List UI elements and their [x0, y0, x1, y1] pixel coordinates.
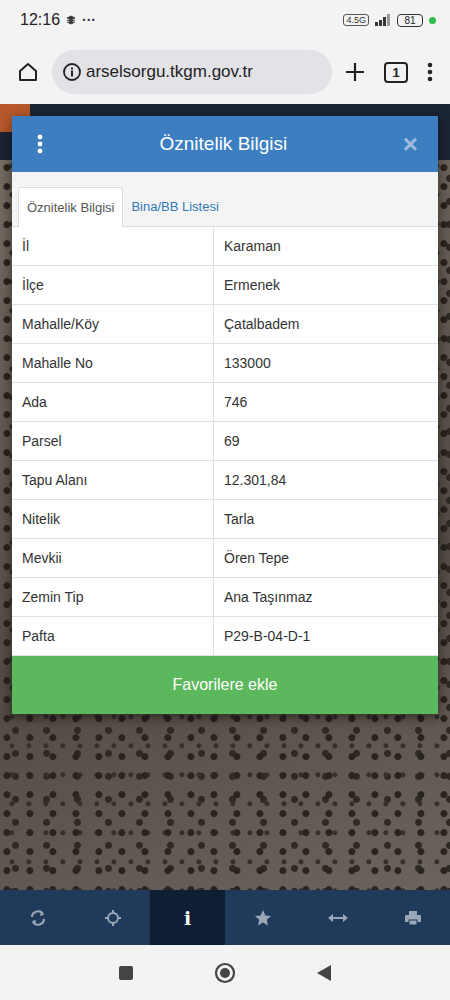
- notification-dots: ···: [82, 12, 96, 28]
- row-label: İlçe: [12, 266, 214, 304]
- home-icon[interactable]: [16, 60, 40, 84]
- kebab-icon[interactable]: [36, 133, 44, 155]
- table-row: Pafta P29-B-04-D-1: [12, 617, 438, 656]
- row-value: 133000: [214, 344, 281, 382]
- print-icon: [404, 909, 422, 927]
- map-toolbar: i: [0, 890, 450, 945]
- browser-bar: arselsorgu.tkgm.gov.tr 1: [0, 40, 450, 104]
- new-tab-icon[interactable]: [344, 61, 366, 83]
- table-row: Tapu Alanı 12.301,84: [12, 461, 438, 500]
- refresh-icon: [29, 909, 47, 927]
- menu-icon[interactable]: [426, 61, 434, 83]
- table-row: İlçe Ermenek: [12, 266, 438, 305]
- url-text: arselsorgu.tkgm.gov.tr: [86, 62, 253, 82]
- close-button[interactable]: ×: [403, 131, 418, 157]
- row-label: Ada: [12, 383, 214, 421]
- table-row: Nitelik Tarla: [12, 500, 438, 539]
- attribute-table: İl Karamanİlçe ErmenekMahalle/Köy Çatalb…: [12, 227, 438, 656]
- row-label: Pafta: [12, 617, 214, 655]
- table-row: Parsel 69: [12, 422, 438, 461]
- row-value: 69: [214, 422, 250, 460]
- crosshair-icon: [104, 909, 122, 927]
- toolbar-button[interactable]: [0, 890, 75, 945]
- url-field[interactable]: arselsorgu.tkgm.gov.tr: [52, 50, 332, 94]
- phone-screen: 12:16 ··· 4.5G 81 arselsorgu.tkgm.gov.tr…: [0, 0, 450, 1000]
- signal-icon: [375, 14, 391, 26]
- add-favorite-button[interactable]: Favorilere ekle: [12, 656, 438, 714]
- dialog-header: Öznitelik Bilgisi ×: [12, 116, 438, 172]
- row-label: İl: [12, 227, 214, 265]
- tab[interactable]: Öznitelik Bilgisi: [18, 187, 123, 227]
- table-row: Mevkii Ören Tepe: [12, 539, 438, 578]
- toolbar-button[interactable]: [75, 890, 150, 945]
- back-icon[interactable]: [316, 964, 332, 982]
- tab-bar: Öznitelik BilgisiBina/BB Listesi: [12, 172, 438, 227]
- battery: 81: [397, 14, 423, 27]
- table-row: Zemin Tip Ana Taşınmaz: [12, 578, 438, 617]
- row-label: Mahalle/Köy: [12, 305, 214, 343]
- row-value: 12.301,84: [214, 461, 296, 499]
- row-label: Zemin Tip: [12, 578, 214, 616]
- table-row: Mahalle No 133000: [12, 344, 438, 383]
- measure-icon: [328, 911, 348, 925]
- privacy-dot: [429, 17, 436, 24]
- table-row: Ada 746: [12, 383, 438, 422]
- toolbar-button[interactable]: [300, 890, 375, 945]
- dialog-title: Öznitelik Bilgisi: [44, 133, 403, 155]
- toolbar-button[interactable]: i: [150, 890, 225, 945]
- row-value: Karaman: [214, 227, 291, 265]
- info-label: i: [184, 907, 191, 929]
- row-value: Ana Taşınmaz: [214, 578, 322, 616]
- tab-count[interactable]: 1: [384, 62, 408, 83]
- toolbar-button[interactable]: [375, 890, 450, 945]
- layers-icon: [66, 15, 76, 25]
- clock: 12:16: [20, 11, 60, 29]
- home-button-icon[interactable]: [214, 962, 236, 984]
- status-bar: 12:16 ··· 4.5G 81: [0, 0, 450, 40]
- star-icon: [254, 909, 272, 927]
- row-value: Ören Tepe: [214, 539, 299, 577]
- attribute-dialog: Öznitelik Bilgisi × Öznitelik BilgisiBin…: [12, 116, 438, 714]
- row-label: Tapu Alanı: [12, 461, 214, 499]
- network-type: 4.5G: [343, 14, 369, 26]
- row-label: Mahalle No: [12, 344, 214, 382]
- toolbar-button[interactable]: [225, 890, 300, 945]
- row-value: Ermenek: [214, 266, 290, 304]
- row-value: Çatalbadem: [214, 305, 310, 343]
- table-row: İl Karaman: [12, 227, 438, 266]
- row-value: P29-B-04-D-1: [214, 617, 320, 655]
- row-label: Mevkii: [12, 539, 214, 577]
- table-row: Mahalle/Köy Çatalbadem: [12, 305, 438, 344]
- row-label: Parsel: [12, 422, 214, 460]
- row-value: 746: [214, 383, 257, 421]
- map[interactable]: Öznitelik Bilgisi × Öznitelik BilgisiBin…: [0, 104, 450, 890]
- recents-icon[interactable]: [118, 965, 134, 981]
- row-label: Nitelik: [12, 500, 214, 538]
- tab[interactable]: Bina/BB Listesi: [123, 187, 226, 226]
- info-icon[interactable]: [62, 62, 82, 82]
- row-value: Tarla: [214, 500, 264, 538]
- android-nav-bar: [0, 945, 450, 1000]
